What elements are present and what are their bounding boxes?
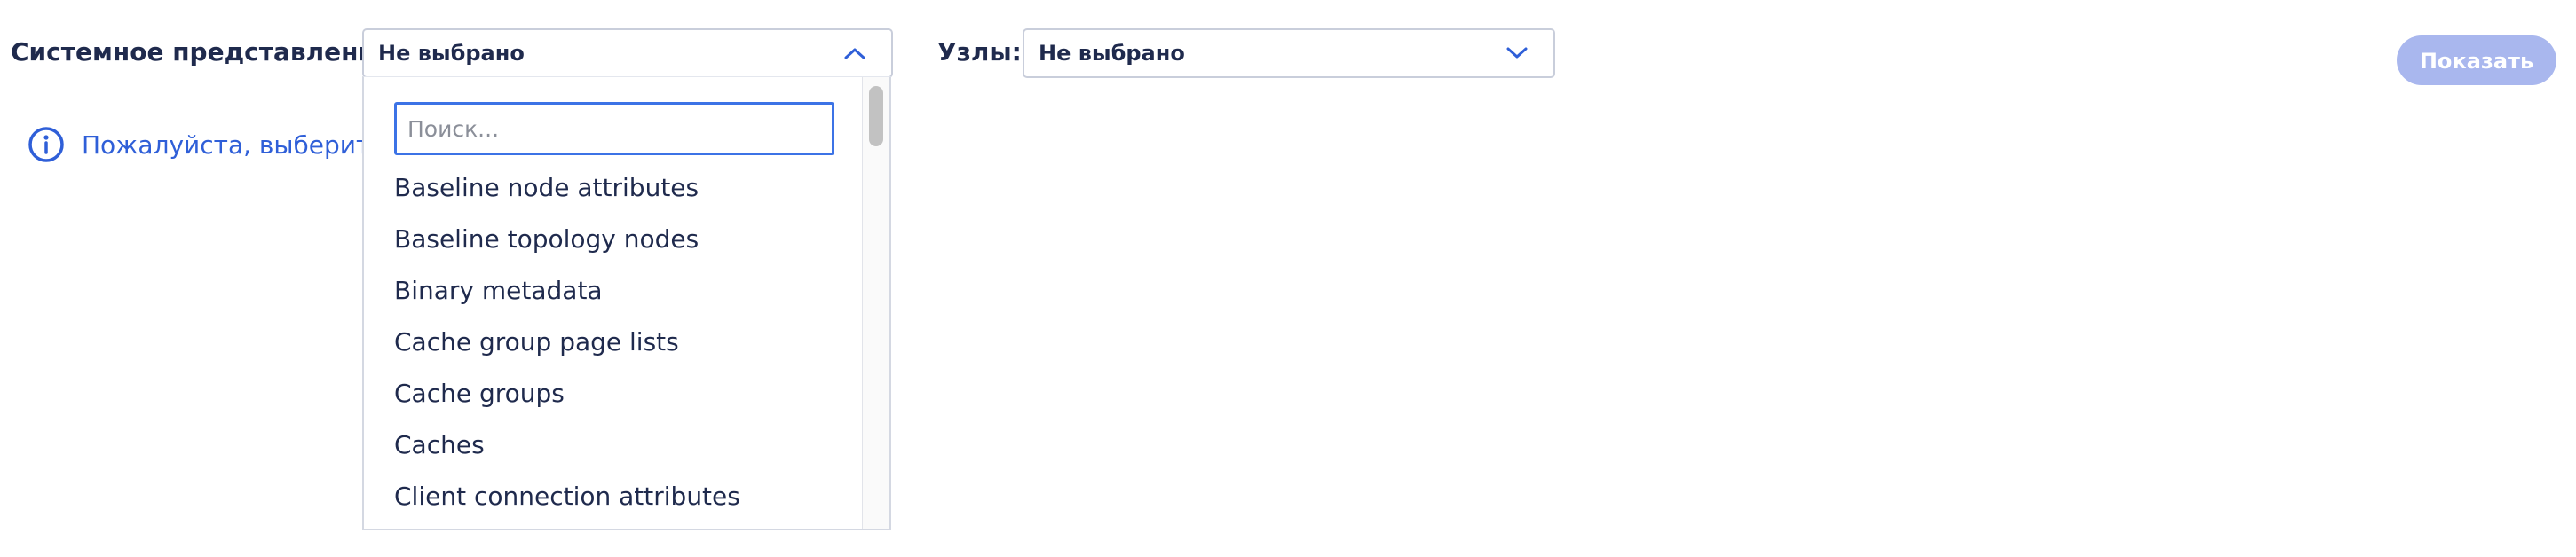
nodes-select-value: Не выбрано [1039, 41, 1185, 66]
system-view-dropdown: Baseline node attributes Baseline topolo… [362, 76, 891, 530]
chevron-up-icon [844, 48, 865, 59]
dropdown-option[interactable]: Baseline node attributes [364, 162, 865, 214]
dropdown-scrollbar-thumb[interactable] [869, 86, 883, 146]
nodes-label: Узлы: [937, 37, 1022, 67]
show-button[interactable]: Показать [2397, 35, 2556, 85]
dropdown-option[interactable]: Binary metadata [364, 265, 865, 317]
dropdown-option[interactable]: Caches [364, 420, 865, 471]
dropdown-option[interactable]: Baseline topology nodes [364, 214, 865, 265]
dropdown-option[interactable]: Cache groups [364, 368, 865, 420]
info-message: Пожалуйста, выберите [27, 124, 362, 165]
info-icon [28, 127, 64, 162]
system-view-label: Системное представление: [11, 37, 403, 67]
system-view-select-value: Не выбрано [378, 41, 525, 66]
dropdown-scrollbar[interactable] [862, 77, 889, 529]
nodes-select[interactable]: Не выбрано [1023, 28, 1555, 78]
dropdown-search-input[interactable] [394, 102, 834, 155]
dropdown-option[interactable]: Client connection attributes [364, 471, 865, 522]
info-message-text: Пожалуйста, выберите [82, 129, 362, 160]
system-view-select[interactable]: Не выбрано [362, 28, 893, 78]
dropdown-options-list: Baseline node attributes Baseline topolo… [364, 162, 865, 522]
system-views-page: Системное представление: Не выбрано Узлы… [0, 0, 2576, 557]
chevron-down-icon [1506, 47, 1528, 59]
dropdown-option[interactable]: Cache group page lists [364, 317, 865, 368]
